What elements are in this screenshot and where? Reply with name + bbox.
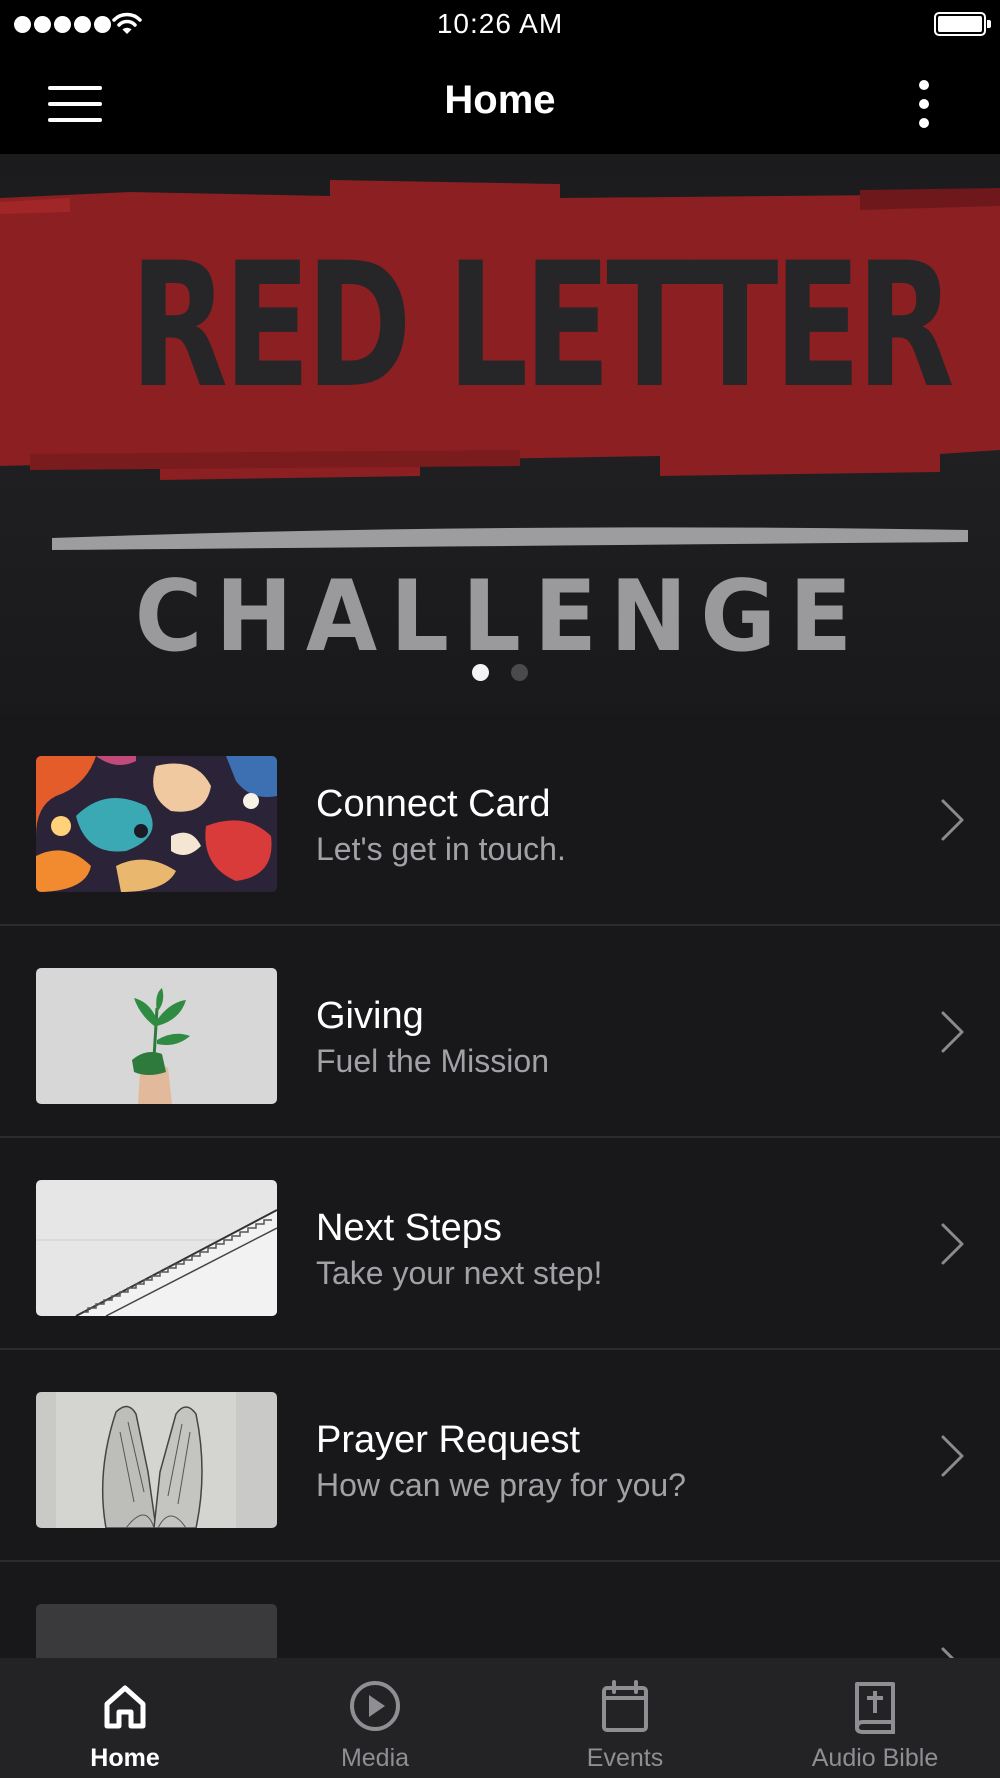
hero-subtitle: CHALLENGE xyxy=(134,560,866,674)
tab-label: Home xyxy=(90,1744,160,1772)
chevron-right-icon xyxy=(941,1435,964,1477)
next-steps-thumbnail xyxy=(36,1180,277,1316)
play-circle-icon xyxy=(350,1681,400,1731)
status-bar: 10:26 AM xyxy=(0,0,1000,50)
calendar-icon xyxy=(602,1680,648,1732)
list-item-title: Prayer Request xyxy=(316,1419,581,1461)
chevron-right-icon xyxy=(941,799,964,841)
hero-title: RED LETTER xyxy=(130,225,955,426)
carousel-dot-2[interactable] xyxy=(511,664,528,681)
carousel-page-indicator xyxy=(0,664,1000,681)
list-item-subtitle: Fuel the Mission xyxy=(316,1043,549,1079)
nav-bar: Home xyxy=(0,50,1000,154)
list-item-subtitle: Take your next step! xyxy=(316,1255,603,1291)
prayer-request-thumbnail xyxy=(36,1392,277,1528)
tab-label: Audio Bible xyxy=(811,1744,939,1772)
connect-card-thumbnail xyxy=(36,756,277,892)
app-screen: 10:26 AM Home RED LETTER CHALLENGE Conne… xyxy=(0,0,1000,1778)
chevron-right-icon xyxy=(941,1223,964,1265)
carousel-dot-1[interactable] xyxy=(472,664,489,681)
battery-icon xyxy=(934,12,991,36)
tab-label: Events xyxy=(586,1744,664,1772)
tab-media[interactable]: Media xyxy=(250,1658,500,1778)
list-item-title: Giving xyxy=(316,995,424,1037)
list-item-next-steps[interactable]: Next Steps Take your next step! xyxy=(0,1138,1000,1350)
tab-audio-bible[interactable]: Audio Bible xyxy=(750,1658,1000,1778)
tab-home[interactable]: Home xyxy=(0,1658,250,1778)
bible-icon xyxy=(855,1682,895,1734)
tab-events[interactable]: Events xyxy=(500,1658,750,1778)
home-menu-list: Connect Card Let's get in touch. Giving … xyxy=(0,714,1000,1774)
page-title: Home xyxy=(444,78,556,122)
home-icon xyxy=(104,1685,146,1729)
status-time: 10:26 AM xyxy=(436,8,564,39)
list-item-title: Connect Card xyxy=(316,783,551,825)
hero-banner[interactable]: RED LETTER CHALLENGE xyxy=(0,154,1000,714)
list-item-connect-card[interactable]: Connect Card Let's get in touch. xyxy=(0,714,1000,926)
vertical-ellipsis-icon[interactable] xyxy=(904,74,944,134)
chevron-right-icon xyxy=(941,1011,964,1053)
tab-bar: Home Media Events Audio Bible xyxy=(0,1658,1000,1778)
list-item-subtitle: How can we pray for you? xyxy=(316,1467,686,1503)
list-item-title: Next Steps xyxy=(316,1207,502,1249)
list-item-giving[interactable]: Giving Fuel the Mission xyxy=(0,926,1000,1138)
tab-label: Media xyxy=(340,1744,410,1772)
list-item-prayer-request[interactable]: Prayer Request How can we pray for you? xyxy=(0,1350,1000,1562)
giving-thumbnail xyxy=(36,968,277,1104)
list-item-subtitle: Let's get in touch. xyxy=(316,831,566,867)
